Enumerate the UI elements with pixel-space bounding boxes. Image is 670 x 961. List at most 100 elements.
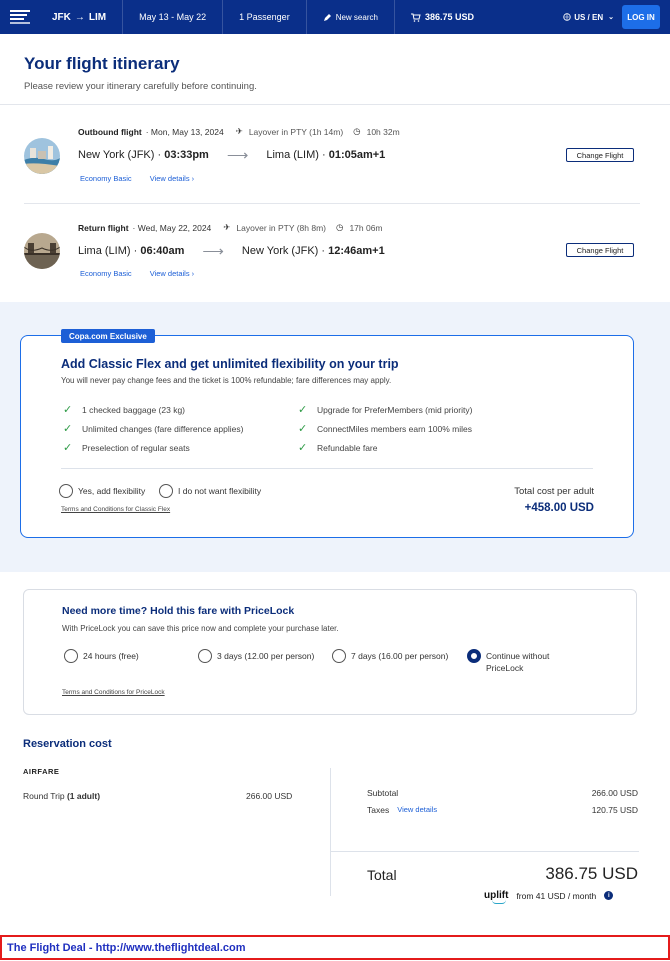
pencil-icon <box>323 13 331 21</box>
return-header: Return flight · Wed, May 22, 2024 ✈ Layo… <box>78 222 383 233</box>
flex-terms-link[interactable]: Terms and Conditions for Classic Flex <box>61 506 170 513</box>
flight-direction-label: Return flight <box>78 222 129 233</box>
divider <box>61 468 593 469</box>
chevron-right-icon: › <box>191 269 195 278</box>
benefit-item: ✓ Refundable fare <box>298 442 378 454</box>
cart-icon <box>410 13 421 22</box>
check-icon: ✓ <box>63 404 73 416</box>
arrow-right-icon: ⟶ <box>202 243 224 260</box>
destination-code: LIM <box>88 11 107 23</box>
benefit-item: ✓ Unlimited changes (fare difference appl… <box>63 423 244 435</box>
flex-subtitle: You will never pay change fees and the t… <box>61 376 392 385</box>
layover-info: Layover in PTY (8h 8m) <box>236 222 327 233</box>
arrival-time: 01:05am+1 <box>328 149 386 161</box>
exclusive-badge: Copa.com Exclusive <box>61 329 155 343</box>
top-nav-bar: JFK → LIM May 13 - May 22 1 Passenger Ne… <box>0 0 670 34</box>
arrival-city: Lima (LIM) · <box>266 149 326 161</box>
radio-button[interactable] <box>198 649 212 663</box>
check-icon: ✓ <box>63 442 73 454</box>
pricelock-option-continue[interactable]: Continue without PriceLock <box>467 649 566 674</box>
globe-icon <box>563 13 571 21</box>
outbound-route: New York (JFK) · 03:33pm ⟶ Lima (LIM) · … <box>78 146 385 164</box>
fare-family-link[interactable]: Economy Basic <box>80 174 132 183</box>
flight-date: · Wed, May 22, 2024 <box>132 222 212 233</box>
return-links: Economy Basic View details › <box>80 269 194 278</box>
locale-selector[interactable]: US / EN ⌄ <box>555 0 622 34</box>
flex-total-label: Total cost per adult <box>514 486 594 497</box>
flex-no-option[interactable]: I do not want flexibility <box>159 484 261 498</box>
radio-button[interactable] <box>59 484 73 498</box>
outbound-links: Economy Basic View details › <box>80 174 194 183</box>
benefit-item: ✓ Upgrade for PreferMembers (mid priority… <box>298 404 473 416</box>
check-icon: ✓ <box>63 423 73 435</box>
chevron-right-icon: › <box>191 174 195 183</box>
flight-duration: 17h 06m <box>349 222 383 233</box>
change-flight-button[interactable]: Change Flight <box>566 148 634 162</box>
locale-label: US / EN <box>574 12 604 22</box>
radio-button-selected[interactable] <box>467 649 481 663</box>
radio-button[interactable] <box>64 649 78 663</box>
benefit-item: ✓ Preselection of regular seats <box>63 442 190 454</box>
check-icon: ✓ <box>298 423 308 435</box>
total-amount: 386.75 USD <box>545 864 638 883</box>
uplift-financing[interactable]: uplift from 41 USD / month i <box>484 890 614 904</box>
info-icon[interactable]: i <box>604 891 614 900</box>
cart-total[interactable]: 386.75 USD <box>395 0 490 34</box>
new-search-button[interactable]: New search <box>307 0 395 34</box>
clock-icon: ◷ <box>353 126 361 136</box>
copa-logo-icon[interactable] <box>0 0 40 34</box>
pricelock-option-24h[interactable]: 24 hours (free) <box>64 649 139 663</box>
flex-total-price: +458.00 USD <box>524 502 594 514</box>
benefit-item: ✓ ConnectMiles members earn 100% miles <box>298 423 472 435</box>
origin-code: JFK <box>52 11 71 23</box>
outbound-header: Outbound flight · Mon, May 13, 2024 ✈ La… <box>78 126 400 137</box>
plane-icon: ✈ <box>235 126 243 136</box>
taxes-details-link[interactable]: View details <box>397 805 437 815</box>
departure-time: 06:40am <box>140 245 185 257</box>
clock-icon: ◷ <box>336 222 344 232</box>
departure-city: Lima (LIM) · <box>78 245 138 257</box>
login-button[interactable]: LOG IN <box>622 5 660 29</box>
divider <box>24 203 640 204</box>
flight-date: · Mon, May 13, 2024 <box>145 126 224 137</box>
route-arrow-icon: → <box>74 11 85 23</box>
pricelock-title: Need more time? Hold this fare with Pric… <box>62 605 295 617</box>
travel-dates: May 13 - May 22 <box>123 0 224 34</box>
divider <box>0 104 670 105</box>
flex-title: Add Classic Flex and get unlimited flexi… <box>61 357 399 371</box>
view-details-link[interactable]: View details › <box>150 269 194 278</box>
fare-family-link[interactable]: Economy Basic <box>80 269 132 278</box>
pricelock-terms-link[interactable]: Terms and Conditions for PriceLock <box>62 689 165 696</box>
departure-city: New York (JFK) · <box>78 149 162 161</box>
round-trip-amount: 266.00 USD <box>246 791 293 801</box>
uplift-logo: uplift <box>484 890 509 904</box>
return-route: Lima (LIM) · 06:40am ⟶ New York (JFK) · … <box>78 242 385 260</box>
flex-yes-option[interactable]: Yes, add flexibility <box>59 484 145 498</box>
taxes-label: Taxes <box>367 805 390 815</box>
taxes-row: Taxes View details <box>367 805 437 815</box>
arrival-time: 12:46am+1 <box>328 245 385 257</box>
divider <box>330 768 331 896</box>
radio-button[interactable] <box>332 649 346 663</box>
destination-photo-bridge <box>24 233 60 269</box>
reservation-title: Reservation cost <box>23 738 112 750</box>
round-trip-label: Round Trip (1 adult) <box>23 791 101 801</box>
airfare-heading: AIRFARE <box>23 767 60 776</box>
subtotal-amount: 266.00 USD <box>591 788 638 798</box>
page-subtitle: Please review your itinerary carefully b… <box>24 81 257 92</box>
radio-button[interactable] <box>159 484 173 498</box>
chevron-down-icon: ⌄ <box>608 14 614 21</box>
cart-price: 386.75 USD <box>424 12 474 22</box>
footer-banner: The Flight Deal - http://www.theflightde… <box>0 935 670 960</box>
view-details-link[interactable]: View details › <box>150 174 194 183</box>
pricelock-option-7d[interactable]: 7 days (16.00 per person) <box>332 649 448 663</box>
benefit-item: ✓ 1 checked baggage (23 kg) <box>63 404 186 416</box>
pricelock-option-3d[interactable]: 3 days (12.00 per person) <box>198 649 314 663</box>
subtotal-label: Subtotal <box>367 788 399 798</box>
arrow-right-icon: ⟶ <box>226 147 249 164</box>
footer-text[interactable]: The Flight Deal - http://www.theflightde… <box>7 942 246 954</box>
destination-photo-beach <box>24 138 60 174</box>
uplift-text: from 41 USD / month <box>516 890 597 901</box>
change-flight-button[interactable]: Change Flight <box>566 243 634 257</box>
flight-direction-label: Outbound flight <box>78 126 142 137</box>
